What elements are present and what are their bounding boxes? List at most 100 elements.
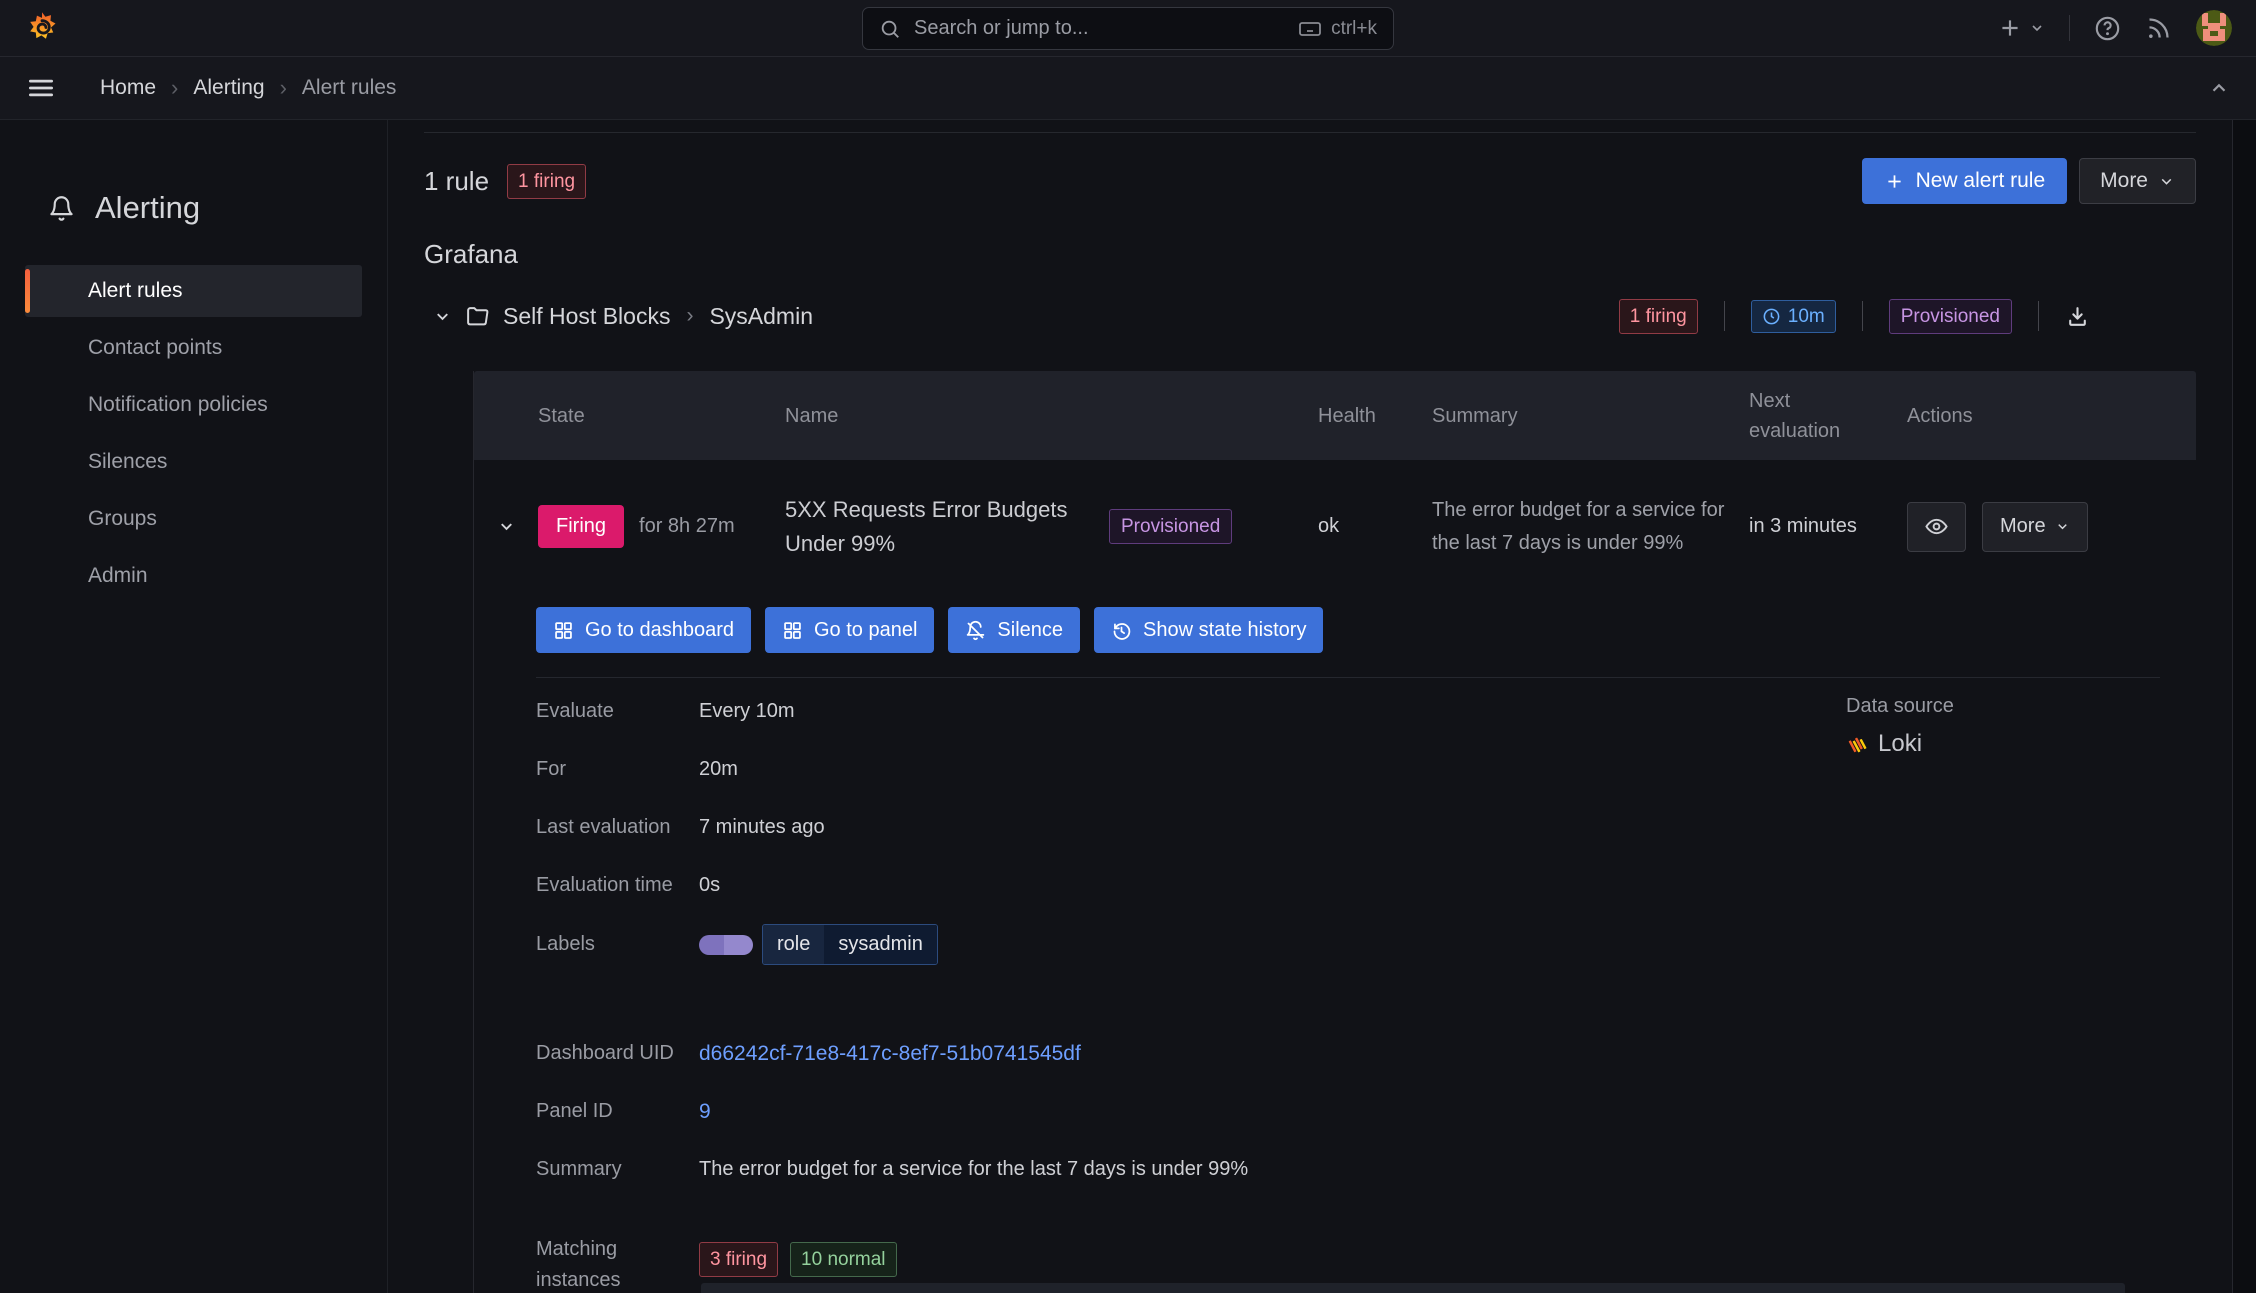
new-alert-rule-label: New alert rule	[1915, 169, 2046, 192]
sidebar-item-silences[interactable]: Silences	[25, 436, 362, 488]
col-health: Health	[1318, 404, 1376, 427]
show-state-history-label: Show state history	[1143, 618, 1307, 641]
chevron-up-icon[interactable]	[2208, 77, 2230, 99]
rule-more-label: More	[2000, 515, 2046, 537]
label-color-pill	[699, 934, 753, 955]
detail-label: Last evaluation	[536, 816, 671, 838]
sidebar-item-label: Silences	[88, 450, 168, 473]
search-placeholder: Search or jump to...	[914, 17, 1089, 39]
rule-details: Evaluate Every 10m For 20m Last evaluati…	[536, 696, 2196, 1293]
sidebar-item-admin[interactable]: Admin	[25, 550, 362, 602]
detail-evaluation-time: Evaluation time 0s	[536, 870, 2196, 901]
folder-divider	[2038, 301, 2039, 331]
detail-summary: Summary The error budget for a service f…	[536, 1154, 2196, 1185]
sidebar-title: Alerting	[95, 190, 201, 225]
breadcrumb-bar: Home › Alerting › Alert rules	[0, 57, 2256, 120]
more-dropdown-button[interactable]: More	[2079, 158, 2196, 204]
sidebar-item-alert-rules[interactable]: Alert rules	[25, 265, 362, 317]
help-icon[interactable]	[2094, 15, 2121, 42]
detail-label: Labels	[536, 933, 595, 955]
user-avatar[interactable]	[2196, 10, 2232, 46]
detail-labels: Labels role sysadmin	[536, 924, 2196, 965]
detail-panel-id: Panel ID 9	[536, 1096, 2196, 1127]
detail-value: 20m	[699, 758, 738, 780]
breadcrumb-home[interactable]: Home	[100, 76, 156, 100]
apps-grid-icon	[555, 621, 572, 639]
rule-name-link[interactable]: 5XX Requests Error Budgets Under 99%	[785, 493, 1087, 561]
menu-toggle-icon[interactable]	[26, 73, 56, 103]
panel-id-link[interactable]: 9	[699, 1096, 711, 1127]
new-alert-rule-button[interactable]: New alert rule	[1861, 158, 2068, 204]
plus-icon	[1887, 174, 1901, 188]
rules-count: 1 rule	[424, 165, 490, 196]
sidebar-item-contact-points[interactable]: Contact points	[25, 322, 362, 374]
sidebar-item-label: Alert rules	[88, 279, 183, 302]
state-badge: Firing	[538, 505, 625, 548]
rules-firing-badge: 1 firing	[507, 163, 587, 199]
breadcrumb-alerting[interactable]: Alerting	[193, 76, 264, 100]
content-divider	[424, 132, 2196, 133]
news-rss-icon[interactable]	[2145, 15, 2172, 42]
loki-icon	[1846, 733, 1869, 756]
go-to-panel-label: Go to panel	[814, 618, 918, 641]
detail-last-evaluation: Last evaluation 7 minutes ago	[536, 812, 2196, 843]
main-content: 1 rule 1 firing New alert rule More Graf…	[389, 120, 2232, 1293]
label-value: sysadmin	[824, 925, 937, 964]
rules-table-header: State Name Health Summary Next evaluatio…	[474, 371, 2196, 460]
sidebar-item-groups[interactable]: Groups	[25, 493, 362, 545]
instances-table-edge	[701, 1283, 2125, 1293]
subfolder-name[interactable]: SysAdmin	[709, 303, 813, 330]
detail-label: Evaluation time	[536, 874, 673, 896]
alert-rule-row: Firing for 8h 27m 5XX Requests Error Bud…	[474, 460, 2196, 593]
folder-row: Self Host Blocks › SysAdmin 1 firing 10m…	[433, 298, 2090, 334]
col-state: State	[538, 404, 585, 427]
sidebar-item-notification-policies[interactable]: Notification policies	[25, 379, 362, 431]
bell-icon	[48, 195, 75, 222]
scrollbar-gutter[interactable]	[2232, 120, 2256, 1293]
collapse-chevron-icon[interactable]	[433, 307, 452, 326]
sidebar-section-alerting[interactable]: Alerting	[0, 190, 387, 226]
go-to-panel-button[interactable]: Go to panel	[765, 607, 935, 653]
rule-next-evaluation: in 3 minutes	[1749, 515, 1857, 537]
topbar-controls	[1997, 10, 2232, 46]
folder-name[interactable]: Self Host Blocks	[503, 303, 670, 330]
go-to-dashboard-label: Go to dashboard	[585, 618, 734, 641]
grafana-logo-icon[interactable]	[24, 10, 60, 46]
sidebar-item-label: Contact points	[88, 336, 223, 359]
row-expand-chevron-icon[interactable]	[497, 517, 516, 536]
clock-icon	[1763, 308, 1780, 324]
more-label: More	[2100, 169, 2148, 192]
chevron-down-icon	[2161, 178, 2172, 185]
col-actions: Actions	[1907, 404, 1973, 427]
export-download-icon[interactable]	[2065, 304, 2090, 329]
rule-more-button[interactable]: More	[1982, 501, 2088, 552]
top-bar: Search or jump to... ctrl+k	[0, 0, 2256, 57]
label-badge: role sysadmin	[762, 924, 938, 965]
datasource-name: Loki	[1878, 730, 1923, 757]
apps-grid-icon	[784, 621, 801, 639]
add-new-button[interactable]	[1997, 15, 2045, 41]
breadcrumb-separator: ›	[279, 75, 287, 100]
silence-label: Silence	[997, 618, 1064, 641]
shortcut-label: ctrl+k	[1331, 17, 1377, 39]
silence-button[interactable]: Silence	[948, 607, 1081, 653]
dashboard-uid-link[interactable]: d66242cf-71e8-417c-8ef7-51b0741545df	[699, 1038, 1081, 1069]
matching-firing-badge: 3 firing	[699, 1242, 779, 1277]
go-to-dashboard-button[interactable]: Go to dashboard	[536, 607, 751, 653]
detail-label: Evaluate	[536, 700, 614, 722]
col-name: Name	[785, 404, 839, 427]
grafana-app: Search or jump to... ctrl+k Home › Alert…	[0, 0, 2256, 1293]
sidebar-item-label: Notification policies	[88, 393, 268, 416]
detail-label: Matching instances	[536, 1238, 621, 1291]
search-icon	[879, 18, 901, 40]
view-rule-button[interactable]	[1907, 501, 1966, 552]
search-input[interactable]: Search or jump to... ctrl+k	[862, 7, 1394, 50]
group-heading: Grafana	[424, 239, 518, 269]
shortcut-hint: ctrl+k	[1298, 17, 1377, 41]
rules-header-row: 1 rule 1 firing New alert rule More	[424, 158, 2196, 204]
matching-normal-badge: 10 normal	[790, 1242, 897, 1277]
chevron-down-icon	[2032, 25, 2042, 32]
detail-value: 0s	[699, 874, 721, 896]
rule-provisioned-badge: Provisioned	[1109, 509, 1233, 544]
show-state-history-button[interactable]: Show state history	[1094, 607, 1324, 653]
